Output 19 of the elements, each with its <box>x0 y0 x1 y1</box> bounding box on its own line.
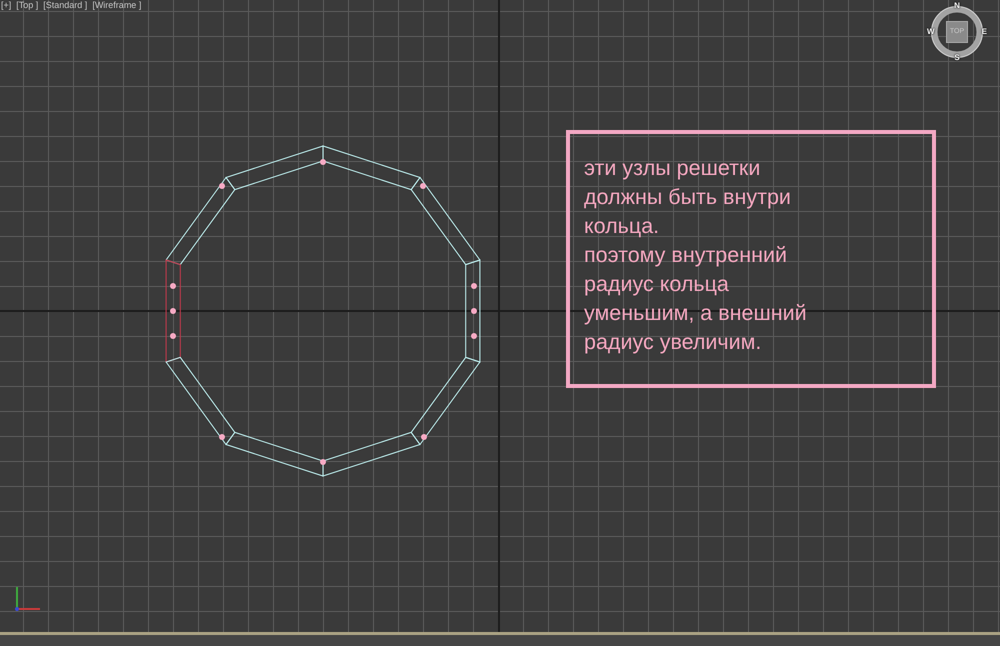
viewport-menu-label[interactable]: [Wireframe ] <box>92 0 142 10</box>
node-dot-icon <box>421 434 427 440</box>
node-dot-icon <box>219 434 225 440</box>
viewport-menu-label[interactable]: [Standard ] <box>43 0 88 10</box>
note-paragraph: эти узлы решетки должны быть внутри кольца. <box>584 155 791 240</box>
node-dot-icon <box>471 333 477 339</box>
node-dot-icon <box>320 159 326 165</box>
node-dot-icon <box>170 333 176 339</box>
node-dot-icon <box>170 308 176 314</box>
viewport-menu-label[interactable]: [+] <box>1 0 12 10</box>
node-dot-icon <box>320 459 326 465</box>
note-paragraph: поэтому внутренний радиус кольца уменьшим, а внешний радиус увеличим. <box>584 242 807 356</box>
node-dot-icon <box>471 308 477 314</box>
node-dot-icon <box>420 183 426 189</box>
viewport-menu-label[interactable]: [Top ] <box>16 0 38 10</box>
node-dot-icon <box>219 183 225 189</box>
axis-tripod-icon <box>13 586 41 613</box>
node-dot-icon <box>170 283 176 289</box>
node-dot-icon <box>471 283 477 289</box>
